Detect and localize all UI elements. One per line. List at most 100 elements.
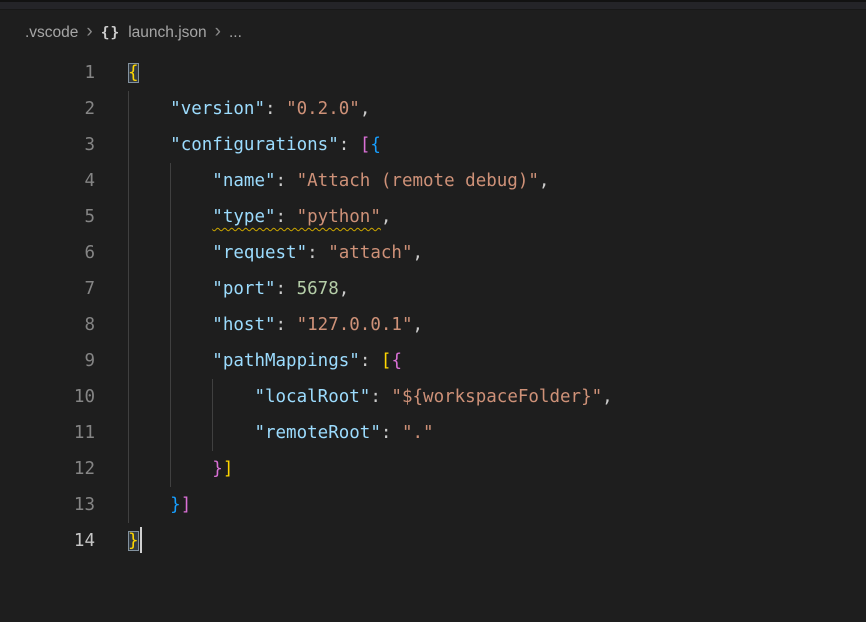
code-token: , [413,243,424,263]
code-token [128,135,170,155]
code-token: { [370,135,381,155]
code-token [128,351,212,371]
code-token: "python" [297,207,381,227]
code-token: { [128,63,139,83]
code-token: "request" [212,243,307,263]
line-number[interactable]: 12 [0,451,95,487]
code-token [128,171,212,191]
code-token: "." [402,423,434,443]
code-text: "pathMappings": [{ [128,343,402,379]
line-number[interactable]: 14 [0,523,95,559]
code-token: , [339,279,350,299]
code-token: "configurations" [170,135,339,155]
code-token: ] [181,495,192,515]
line-number[interactable]: 7 [0,271,95,307]
code-line[interactable]: 5 "type": "python", [0,199,866,235]
code-token: } [128,531,139,551]
code-token: "localRoot" [254,387,370,407]
code-editor[interactable]: 1{2 "version": "0.2.0",3 "configurations… [0,55,866,559]
breadcrumb: .vscode › {} launch.json › ... [0,10,866,55]
code-token: : [276,207,297,227]
code-token: "attach" [328,243,412,263]
code-line[interactable]: 6 "request": "attach", [0,235,866,271]
code-text: "configurations": [{ [128,127,381,163]
code-line[interactable]: 8 "host": "127.0.0.1", [0,307,866,343]
code-token: } [212,459,223,479]
tab-bar-edge [0,0,866,10]
line-number[interactable]: 4 [0,163,95,199]
code-text: "name": "Attach (remote debug)", [128,163,549,199]
code-token [128,495,170,515]
code-text: "version": "0.2.0", [128,91,370,127]
code-token [128,279,212,299]
breadcrumb-file[interactable]: launch.json [128,24,206,42]
line-number[interactable]: 1 [0,55,95,91]
code-token: "Attach (remote debug)" [297,171,539,191]
line-number[interactable]: 11 [0,415,95,451]
code-token: "type" [212,207,275,227]
code-token: "127.0.0.1" [297,315,413,335]
code-token: : [276,279,297,299]
code-token: : [339,135,360,155]
code-text: "remoteRoot": "." [128,415,434,451]
code-token [128,207,212,227]
code-token: "${workspaceFolder}" [391,387,602,407]
line-number[interactable]: 3 [0,127,95,163]
code-line[interactable]: 2 "version": "0.2.0", [0,91,866,127]
code-token [128,315,212,335]
code-token: , [360,99,371,119]
chevron-right-icon: › [86,22,92,41]
code-line[interactable]: 3 "configurations": [{ [0,127,866,163]
code-text: }] [128,487,191,523]
code-token: } [170,495,181,515]
code-line[interactable]: 12 }] [0,451,866,487]
code-line[interactable]: 10 "localRoot": "${workspaceFolder}", [0,379,866,415]
line-number[interactable]: 8 [0,307,95,343]
line-number[interactable]: 13 [0,487,95,523]
code-token: "version" [170,99,265,119]
code-token: "host" [212,315,275,335]
code-text: } [128,523,142,559]
line-number[interactable]: 9 [0,343,95,379]
text-cursor [140,527,142,553]
code-token: : [276,171,297,191]
code-token [128,243,212,263]
code-token: "0.2.0" [286,99,360,119]
code-token: { [391,351,402,371]
code-text: "type": "python", [128,199,391,235]
code-line[interactable]: 1{ [0,55,866,91]
code-text: "port": 5678, [128,271,349,307]
code-token: : [381,423,402,443]
code-token: : [276,315,297,335]
line-number[interactable]: 5 [0,199,95,235]
code-token: : [370,387,391,407]
code-token: : [265,99,286,119]
code-text: "host": "127.0.0.1", [128,307,423,343]
line-number[interactable]: 10 [0,379,95,415]
code-token: [ [381,351,392,371]
code-text: }] [128,451,233,487]
code-token: ] [223,459,234,479]
breadcrumb-folder[interactable]: .vscode [25,24,78,42]
code-token [128,99,170,119]
code-token: , [413,315,424,335]
code-line[interactable]: 13 }] [0,487,866,523]
code-line[interactable]: 11 "remoteRoot": "." [0,415,866,451]
code-text: { [128,55,139,91]
code-line[interactable]: 9 "pathMappings": [{ [0,343,866,379]
code-token: [ [360,135,371,155]
code-lines: 1{2 "version": "0.2.0",3 "configurations… [0,55,866,559]
code-token [128,387,254,407]
code-text: "localRoot": "${workspaceFolder}", [128,379,613,415]
code-token [128,423,254,443]
line-number[interactable]: 2 [0,91,95,127]
code-token: , [381,207,392,227]
code-token: , [539,171,550,191]
code-token: : [360,351,381,371]
code-line[interactable]: 7 "port": 5678, [0,271,866,307]
code-token: , [602,387,613,407]
line-number[interactable]: 6 [0,235,95,271]
code-line[interactable]: 4 "name": "Attach (remote debug)", [0,163,866,199]
breadcrumb-overflow[interactable]: ... [229,24,242,42]
code-line[interactable]: 14} [0,523,866,559]
